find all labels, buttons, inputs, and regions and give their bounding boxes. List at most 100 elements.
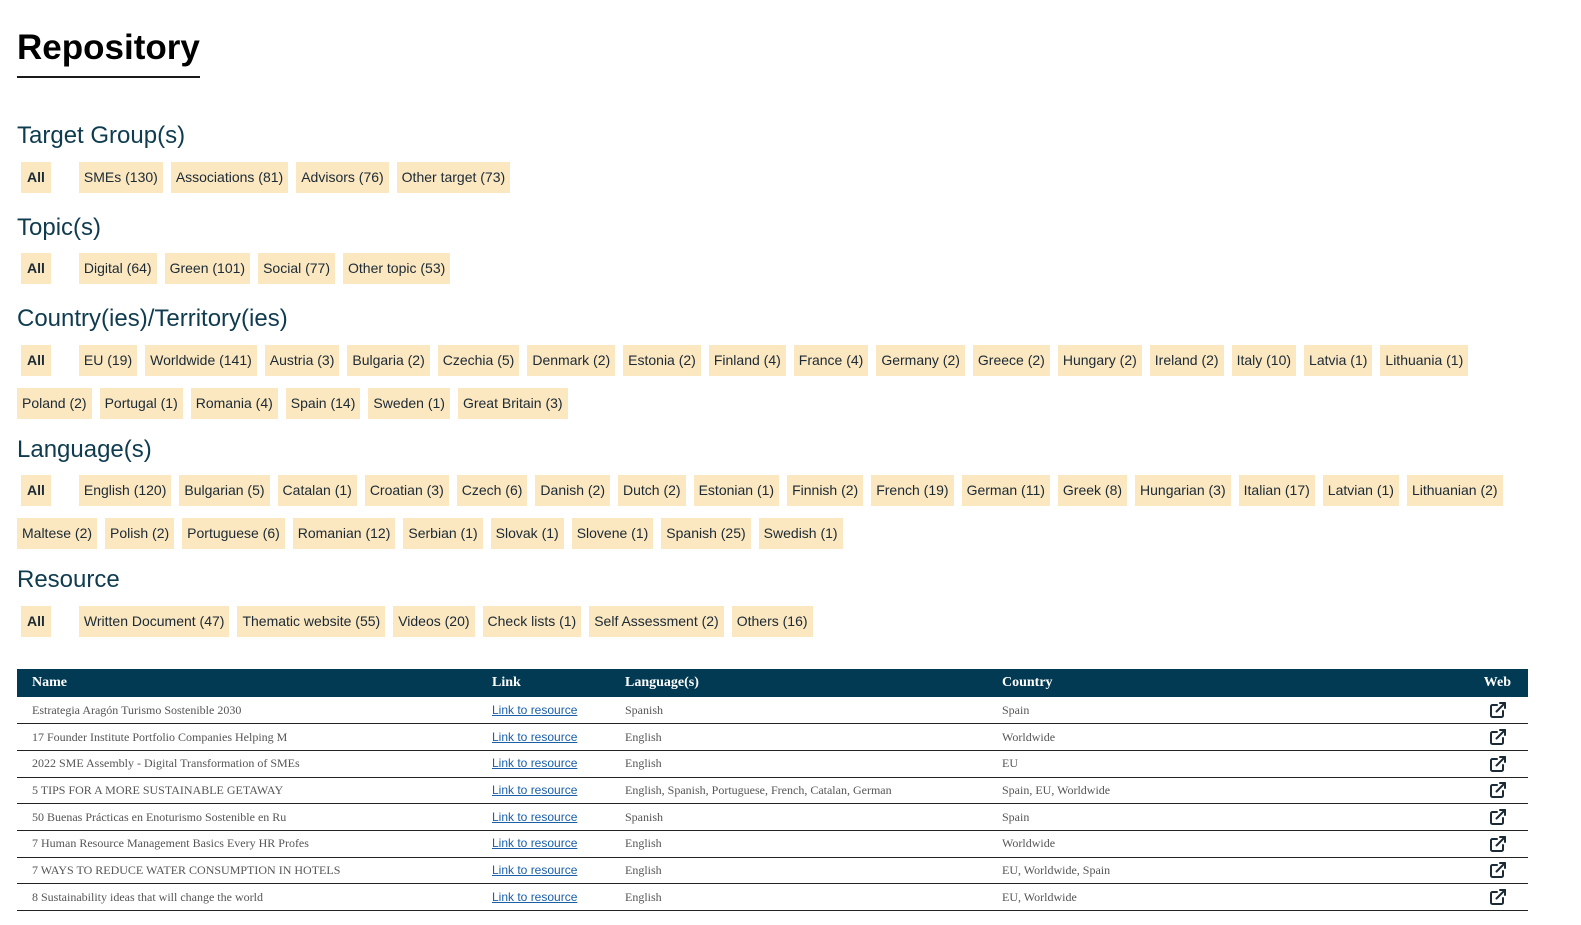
- filter-chip[interactable]: Written Document (47): [78, 606, 230, 637]
- filter-chip[interactable]: Croatian (3): [364, 475, 449, 506]
- link-to-resource[interactable]: Link to resource: [492, 810, 577, 824]
- row-web-cell: [1457, 803, 1528, 831]
- filter-chip[interactable]: English (120): [78, 475, 172, 506]
- filter-chip[interactable]: Denmark (2): [527, 345, 616, 376]
- external-link-icon[interactable]: [1488, 727, 1508, 747]
- external-link-icon[interactable]: [1488, 834, 1508, 854]
- filter-chip[interactable]: Finnish (2): [787, 475, 864, 506]
- link-to-resource[interactable]: Link to resource: [492, 836, 577, 850]
- link-to-resource[interactable]: Link to resource: [492, 730, 577, 744]
- filter-chip[interactable]: Slovak (1): [490, 518, 564, 549]
- filter-chip[interactable]: Green (101): [164, 253, 251, 284]
- filter-chip[interactable]: Check lists (1): [482, 606, 582, 637]
- filter-chip-all[interactable]: All: [21, 606, 51, 637]
- filter-chip[interactable]: Bulgarian (5): [179, 475, 270, 506]
- filter-chip[interactable]: Swedish (1): [758, 518, 843, 549]
- filter-chip[interactable]: Advisors (76): [296, 162, 389, 193]
- filter-chip[interactable]: Italy (10): [1231, 345, 1297, 376]
- filter-chip[interactable]: Slovene (1): [571, 518, 654, 549]
- row-languages: Spanish: [610, 697, 987, 725]
- column-header-country[interactable]: Country: [987, 669, 1457, 697]
- filter-chip[interactable]: Other target (73): [396, 162, 511, 193]
- filter-chip[interactable]: Sweden (1): [368, 388, 450, 419]
- row-web-cell: [1457, 883, 1528, 911]
- filter-chip[interactable]: Videos (20): [393, 606, 475, 637]
- filter-chip[interactable]: German (11): [961, 475, 1050, 506]
- filter-chip[interactable]: Social (77): [258, 253, 335, 284]
- filter-chip[interactable]: Polish (2): [105, 518, 175, 549]
- filter-chip[interactable]: Germany (2): [876, 345, 965, 376]
- link-to-resource[interactable]: Link to resource: [492, 890, 577, 904]
- filter-chip[interactable]: Great Britain (3): [457, 388, 568, 419]
- filter-chip[interactable]: Finland (4): [708, 345, 786, 376]
- filter-chip[interactable]: Estonian (1): [693, 475, 780, 506]
- filter-chip[interactable]: Serbian (1): [403, 518, 483, 549]
- link-to-resource[interactable]: Link to resource: [492, 703, 577, 717]
- row-languages: English: [610, 830, 987, 858]
- filter-chip[interactable]: Portuguese (6): [182, 518, 285, 549]
- column-header-languages[interactable]: Language(s): [610, 669, 987, 697]
- filter-chip[interactable]: Greece (2): [972, 345, 1050, 376]
- filter-chip[interactable]: Other topic (53): [343, 253, 451, 284]
- filter-chip[interactable]: Spain (14): [285, 388, 361, 419]
- filter-chip[interactable]: France (4): [793, 345, 869, 376]
- filter-chip[interactable]: Maltese (2): [17, 518, 98, 549]
- filter-chip[interactable]: Czech (6): [456, 475, 528, 506]
- filter-chip-all[interactable]: All: [21, 162, 51, 193]
- column-header-name[interactable]: Name: [17, 669, 477, 697]
- filter-chip[interactable]: Associations (81): [170, 162, 289, 193]
- country-title: Country(ies)/Territory(ies): [17, 305, 288, 332]
- filter-chip[interactable]: Romania (4): [190, 388, 278, 419]
- row-name: 8 Sustainability ideas that will change …: [17, 883, 477, 911]
- table-row: 8 Sustainability ideas that will change …: [17, 883, 1528, 911]
- external-link-icon[interactable]: [1488, 700, 1508, 720]
- target-group-title: Target Group(s): [17, 122, 186, 149]
- link-to-resource[interactable]: Link to resource: [492, 756, 577, 770]
- filter-chip-all[interactable]: All: [21, 345, 51, 376]
- topic-title: Topic(s): [17, 214, 102, 241]
- filter-chip[interactable]: Digital (64): [78, 253, 157, 284]
- filter-chip[interactable]: French (19): [871, 475, 954, 506]
- filter-chip[interactable]: Others (16): [731, 606, 813, 637]
- external-link-icon[interactable]: [1488, 807, 1508, 827]
- filter-chip[interactable]: Poland (2): [17, 388, 92, 419]
- filter-chip[interactable]: Estonia (2): [623, 345, 701, 376]
- filter-chip[interactable]: Latvia (1): [1304, 345, 1373, 376]
- row-web-cell: [1457, 857, 1528, 885]
- column-header-web[interactable]: Web: [1457, 669, 1528, 697]
- filter-chip[interactable]: Bulgaria (2): [347, 345, 430, 376]
- filter-chip[interactable]: SMEs (130): [78, 162, 163, 193]
- filter-chip[interactable]: EU (19): [78, 345, 138, 376]
- filter-chip[interactable]: Romanian (12): [292, 518, 396, 549]
- filter-chip-all[interactable]: All: [21, 475, 51, 506]
- filter-chip[interactable]: Austria (3): [264, 345, 340, 376]
- filter-chip[interactable]: Czechia (5): [437, 345, 520, 376]
- filter-chip[interactable]: Hungarian (3): [1135, 475, 1231, 506]
- filter-chip[interactable]: Hungary (2): [1057, 345, 1142, 376]
- filter-chip-all[interactable]: All: [21, 253, 51, 284]
- filter-chip[interactable]: Worldwide (141): [145, 345, 257, 376]
- external-link-icon[interactable]: [1488, 887, 1508, 907]
- filter-chip[interactable]: Dutch (2): [618, 475, 686, 506]
- filter-chip[interactable]: Lithuanian (2): [1406, 475, 1503, 506]
- filter-chip[interactable]: Thematic website (55): [237, 606, 386, 637]
- filter-chip[interactable]: Catalan (1): [277, 475, 357, 506]
- link-to-resource[interactable]: Link to resource: [492, 863, 577, 877]
- filter-chip[interactable]: Spanish (25): [661, 518, 751, 549]
- filter-chip[interactable]: Portugal (1): [99, 388, 183, 419]
- filter-chip[interactable]: Latvian (1): [1322, 475, 1399, 506]
- filter-chip[interactable]: Self Assessment (2): [589, 606, 724, 637]
- external-link-icon[interactable]: [1488, 780, 1508, 800]
- filter-chip[interactable]: Greek (8): [1057, 475, 1128, 506]
- language-filters-row1: All English (120) Bulgarian (5) Catalan (1)…: [17, 475, 1507, 506]
- filter-chip[interactable]: Italian (17): [1238, 475, 1315, 506]
- table-row: Estrategia Aragón Turismo Sostenible 203…: [17, 697, 1528, 725]
- filter-chip[interactable]: Danish (2): [535, 475, 611, 506]
- filter-chip[interactable]: Lithuania (1): [1380, 345, 1469, 376]
- external-link-icon[interactable]: [1488, 860, 1508, 880]
- link-to-resource[interactable]: Link to resource: [492, 783, 577, 797]
- external-link-icon[interactable]: [1488, 754, 1508, 774]
- filter-chip[interactable]: Ireland (2): [1149, 345, 1224, 376]
- resource-title: Resource: [17, 566, 120, 593]
- column-header-link[interactable]: Link: [477, 669, 610, 697]
